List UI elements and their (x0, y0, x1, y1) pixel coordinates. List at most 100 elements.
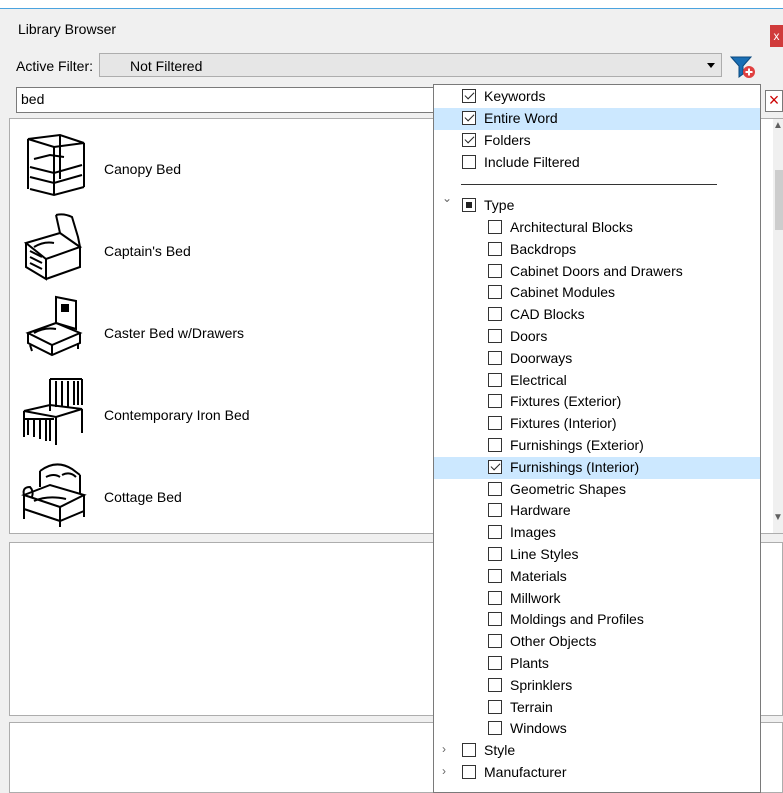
checkbox[interactable] (462, 198, 476, 212)
type-option[interactable]: Architectural Blocks (434, 217, 760, 239)
result-item[interactable]: Captain's Bed (20, 211, 440, 289)
scroll-down-icon[interactable]: ▼ (773, 512, 783, 528)
type-option[interactable]: Line Styles (434, 544, 760, 566)
checkbox[interactable] (488, 547, 502, 561)
close-button[interactable]: x (770, 25, 783, 47)
type-option[interactable]: Furnishings (Interior) (434, 456, 760, 479)
type-option[interactable]: Doors (434, 326, 760, 348)
type-option[interactable]: Hardware (434, 500, 760, 522)
type-option[interactable]: Windows (434, 718, 760, 740)
option-label: Backdrops (510, 240, 577, 257)
checkbox[interactable] (488, 503, 502, 518)
checkbox[interactable] (488, 656, 502, 670)
chevron-right-icon[interactable]: › (442, 764, 446, 778)
result-item[interactable]: Caster Bed w/Drawers (20, 293, 440, 371)
search-input[interactable] (21, 91, 421, 107)
type-option[interactable]: Moldings and Profiles (434, 609, 760, 631)
filter-group-style[interactable]: › Style (434, 740, 760, 762)
option-label: Moldings and Profiles (510, 611, 644, 628)
filter-group-manufacturer[interactable]: › Manufacturer (434, 762, 760, 784)
option-label: Sprinklers (510, 676, 573, 693)
result-name: Contemporary Iron Bed (104, 407, 250, 423)
type-option[interactable]: Electrical (434, 370, 760, 392)
checkbox[interactable] (488, 612, 502, 627)
option-label: Folders (484, 132, 531, 148)
checkbox[interactable] (488, 699, 502, 714)
checkbox[interactable] (488, 220, 502, 234)
checkbox[interactable] (488, 525, 502, 540)
result-item[interactable]: Canopy Bed (20, 129, 440, 207)
checkbox[interactable] (488, 721, 502, 736)
checkbox[interactable] (462, 155, 476, 169)
checkbox[interactable] (488, 372, 502, 387)
checkbox[interactable] (462, 133, 476, 147)
scroll-up-icon[interactable]: ▲ (773, 120, 783, 136)
bed-thumbnail-icon (20, 375, 92, 447)
checkbox[interactable] (488, 329, 502, 343)
title-bar: Library Browser x (0, 9, 783, 47)
checkbox[interactable] (488, 634, 502, 649)
option-label: Materials (510, 567, 567, 584)
chevron-down-icon[interactable]: ⌄ (442, 191, 452, 205)
checkbox[interactable] (488, 568, 502, 583)
type-option[interactable]: Other Objects (434, 631, 760, 653)
type-option[interactable]: Cabinet Doors and Drawers (434, 261, 760, 283)
type-option[interactable]: Cabinet Modules (434, 282, 760, 304)
type-option[interactable]: Sprinklers (434, 675, 760, 697)
filter-group-type[interactable]: ⌄ Type (434, 191, 760, 217)
option-label: Furnishings (Interior) (510, 458, 640, 475)
checkbox[interactable] (488, 241, 502, 256)
type-option[interactable]: Fixtures (Exterior) (434, 391, 760, 413)
search-options-dropdown: Keywords Entire Word Folders Include Filter… (433, 84, 761, 793)
checkbox[interactable] (488, 590, 502, 605)
option-label: Manufacturer (484, 764, 567, 781)
option-label: Keywords (484, 88, 546, 104)
checkbox[interactable] (462, 743, 476, 758)
type-option[interactable]: Furnishings (Exterior) (434, 435, 760, 457)
search-option-folders[interactable]: Folders (434, 130, 760, 152)
chevron-right-icon[interactable]: › (442, 742, 446, 756)
option-label: Doors (510, 328, 548, 344)
checkbox[interactable] (488, 285, 502, 300)
type-option[interactable]: Backdrops (434, 239, 760, 261)
search-option-keywords[interactable]: Keywords (434, 86, 760, 108)
checkbox[interactable] (488, 307, 502, 322)
option-label: Furnishings (Exterior) (510, 437, 644, 453)
scroll-thumb[interactable] (775, 170, 783, 230)
checkbox[interactable] (488, 263, 502, 278)
checkbox[interactable] (488, 438, 502, 452)
checkbox[interactable] (488, 394, 502, 409)
type-option[interactable]: Geometric Shapes (434, 479, 760, 501)
checkbox[interactable] (488, 481, 502, 496)
type-option[interactable]: Fixtures (Interior) (434, 413, 760, 435)
type-option[interactable]: Terrain (434, 697, 760, 719)
type-option[interactable]: Images (434, 522, 760, 544)
checkbox[interactable] (488, 416, 502, 431)
search-option-entire-word[interactable]: Entire Word (434, 108, 760, 130)
result-item[interactable]: Cottage Bed (20, 457, 440, 535)
type-option[interactable]: Plants (434, 653, 760, 675)
search-field[interactable] (16, 87, 436, 113)
checkbox[interactable] (488, 459, 502, 474)
active-filter-select[interactable]: Not Filtered (99, 53, 722, 77)
separator (461, 184, 717, 185)
clear-search-icon[interactable]: × (765, 90, 783, 112)
option-label: Images (510, 524, 556, 541)
checkbox[interactable] (488, 677, 502, 692)
type-option[interactable]: Materials (434, 566, 760, 588)
result-item[interactable]: Contemporary Iron Bed (20, 375, 440, 453)
checkbox[interactable] (488, 350, 502, 365)
type-option[interactable]: Doorways (434, 348, 760, 370)
type-option[interactable]: Millwork (434, 588, 760, 610)
type-option[interactable]: CAD Blocks (434, 304, 760, 326)
checkbox[interactable] (462, 111, 476, 125)
checkbox[interactable] (462, 89, 476, 103)
option-label: Line Styles (510, 546, 579, 562)
result-name: Captain's Bed (104, 243, 191, 259)
edit-filter-icon[interactable] (728, 52, 756, 80)
option-label: Fixtures (Exterior) (510, 393, 622, 410)
checkbox[interactable] (462, 765, 476, 780)
search-option-include-filtered[interactable]: Include Filtered (434, 152, 760, 174)
result-name: Canopy Bed (104, 161, 182, 177)
option-label: Entire Word (484, 110, 558, 126)
